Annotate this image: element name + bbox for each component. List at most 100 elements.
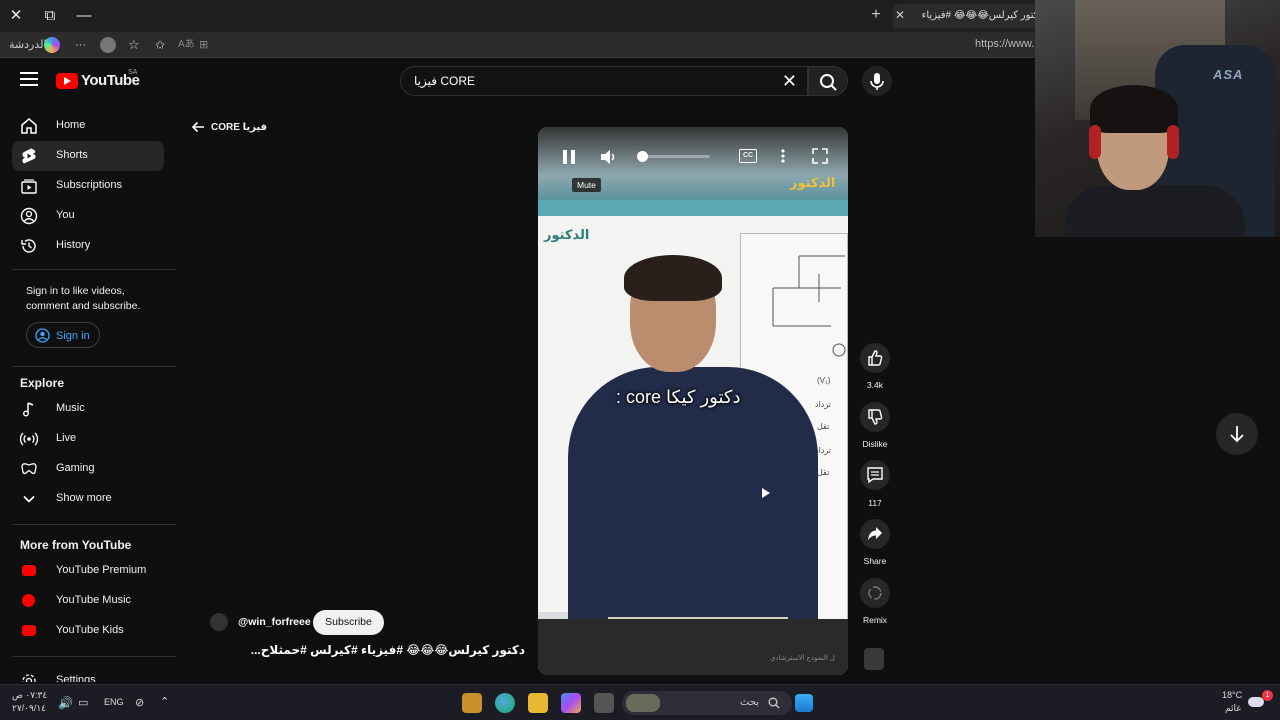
- subscribe-button[interactable]: Subscribe: [313, 610, 384, 635]
- sidebar-item-label: Subscriptions: [56, 179, 123, 191]
- thumbs-down-icon: [868, 409, 883, 425]
- network-icon[interactable]: ▭: [78, 696, 88, 709]
- search-button[interactable]: [808, 66, 848, 96]
- tab-close-icon[interactable]: ✕: [895, 8, 909, 22]
- chevron-down-icon: [23, 495, 35, 503]
- youtube-logo[interactable]: YouTube SA: [56, 69, 140, 89]
- search-icon: [768, 697, 780, 709]
- comment-icon: [867, 467, 883, 484]
- copilot-icon[interactable]: [44, 37, 60, 53]
- taskbar-date[interactable]: ٢٧/٠٩/١٤: [12, 703, 46, 714]
- browser-tab[interactable]: دكتور كيرلس😂😂😂 #فيزياء: [893, 4, 1043, 28]
- clear-search-icon[interactable]: ✕: [782, 71, 797, 92]
- webcam-headset-left: [1089, 125, 1101, 159]
- language-indicator[interactable]: ENG: [104, 697, 124, 707]
- video-logo-top: الدكتور: [790, 175, 836, 190]
- copilot-app-icon[interactable]: [561, 693, 581, 713]
- sidebar-item-live[interactable]: Live: [12, 424, 164, 454]
- search-highlight-image: [626, 694, 660, 712]
- volume-icon[interactable]: [600, 149, 618, 165]
- like-button[interactable]: [860, 343, 890, 373]
- short-title[interactable]: دكتور كيرلس😂😂😂 #فيزياء #كيرلس #حمثلاح...: [205, 643, 525, 657]
- captions-button[interactable]: CC: [739, 149, 757, 163]
- read-aloud-icon[interactable]: Aあ: [178, 36, 195, 54]
- search-input[interactable]: فيزيا CORE ✕: [400, 66, 808, 96]
- gaming-icon: [21, 463, 37, 475]
- microphone-icon: [870, 73, 884, 90]
- cloud-icon[interactable]: [1248, 697, 1264, 707]
- sidebar-item-subscriptions[interactable]: Subscriptions: [12, 171, 164, 201]
- sidebar-item-home[interactable]: Home: [12, 111, 164, 141]
- search-query: فيزيا CORE: [414, 74, 475, 88]
- sidebar-item-youtube-kids[interactable]: YouTube Kids: [12, 616, 164, 646]
- channel-avatar[interactable]: [210, 613, 228, 631]
- sidebar-item-label: Shorts: [56, 149, 88, 161]
- split-screen-icon[interactable]: ⊞: [199, 36, 208, 54]
- signin-button[interactable]: Sign in: [26, 322, 100, 348]
- arrow-left-icon: [191, 121, 204, 133]
- sidebar-item-gaming[interactable]: Gaming: [12, 454, 164, 484]
- remix-label: Remix: [862, 615, 888, 625]
- profile-avatar[interactable]: [100, 37, 116, 53]
- sidebar-item-history[interactable]: History: [12, 231, 164, 261]
- youtube-play-icon: [56, 72, 78, 89]
- gear-icon: [22, 674, 36, 682]
- sidebar-item-label: Home: [56, 119, 86, 131]
- sidebar: Home Shorts Subscriptions You History Si…: [0, 104, 176, 682]
- next-video-button[interactable]: [1216, 413, 1258, 455]
- dislike-label: Dislike: [862, 439, 888, 449]
- weather-label[interactable]: غائم: [1225, 703, 1241, 714]
- more-menu-icon[interactable]: ···: [75, 36, 86, 54]
- sidebar-item-music[interactable]: Music: [12, 394, 164, 424]
- fullscreen-icon[interactable]: [812, 148, 828, 164]
- sidebar-item-label: YouTube Kids: [56, 624, 124, 636]
- weather-temperature[interactable]: 18°C: [1222, 690, 1242, 700]
- sidebar-item-label: YouTube Music: [56, 594, 132, 606]
- share-button[interactable]: [860, 519, 890, 549]
- comments-button[interactable]: [860, 460, 890, 490]
- more-options-icon[interactable]: [780, 148, 786, 164]
- pause-icon[interactable]: [562, 149, 576, 165]
- restore-window-icon[interactable]: ⧉: [38, 4, 62, 28]
- favorites-icon[interactable]: ☆: [128, 36, 140, 54]
- volume-slider-handle[interactable]: [636, 151, 648, 162]
- remix-button[interactable]: [860, 578, 890, 608]
- chevron-up-icon[interactable]: ⌃: [160, 695, 169, 708]
- add-favorite-icon[interactable]: ✩: [155, 36, 165, 54]
- taskbar-search[interactable]: بحث: [622, 691, 792, 715]
- sidebar-item-shorts[interactable]: Shorts: [12, 141, 164, 171]
- video-logo-board: الدكتور: [544, 227, 590, 242]
- video-bottom-strip: [538, 619, 848, 675]
- menu-icon[interactable]: [20, 72, 38, 90]
- sidebar-item-settings[interactable]: Settings: [12, 666, 164, 682]
- back-button[interactable]: فيزيا CORE: [190, 119, 267, 140]
- like-count: 3.4k: [866, 380, 884, 390]
- new-tab-button[interactable]: +: [866, 4, 886, 26]
- dislike-button[interactable]: [860, 402, 890, 432]
- show-more-button[interactable]: Show more: [12, 484, 164, 514]
- voice-search-button[interactable]: [862, 66, 892, 96]
- minimize-window-icon[interactable]: —: [72, 4, 96, 28]
- start-button[interactable]: [795, 694, 813, 712]
- store-app-icon[interactable]: [462, 693, 482, 713]
- chat-button[interactable]: الدردشة: [9, 36, 47, 54]
- address-bar[interactable]: https://www.: [975, 38, 1034, 50]
- edge-app-icon[interactable]: [495, 693, 515, 713]
- sidebar-item-label: Settings: [56, 674, 96, 682]
- shorts-video-player[interactable]: (V₁) تزداد تقل تزداد تقل الدكتور الدكتور…: [538, 127, 848, 675]
- close-window-icon[interactable]: ✕: [4, 4, 28, 28]
- sidebar-item-youtube-premium[interactable]: YouTube Premium: [12, 556, 164, 586]
- volume-slider[interactable]: [638, 155, 710, 158]
- channel-handle[interactable]: @win_forfreee: [238, 616, 311, 628]
- sidebar-item-youtube-music[interactable]: YouTube Music: [12, 586, 164, 616]
- notifications-off-icon[interactable]: ⊘: [135, 696, 144, 709]
- sound-channel-avatar[interactable]: [864, 648, 884, 670]
- tab-title: دكتور كيرلس😂😂😂 #فيزياء: [921, 10, 1043, 21]
- file-explorer-icon[interactable]: [528, 693, 548, 713]
- back-label: فيزيا CORE: [211, 122, 268, 133]
- taskbar-time[interactable]: ٠٧:٣٤ ص: [12, 690, 47, 701]
- webcam-headset-right: [1167, 125, 1179, 159]
- app-icon[interactable]: [594, 693, 614, 713]
- speaker-icon[interactable]: 🔊: [58, 696, 73, 710]
- sidebar-item-you[interactable]: You: [12, 201, 164, 231]
